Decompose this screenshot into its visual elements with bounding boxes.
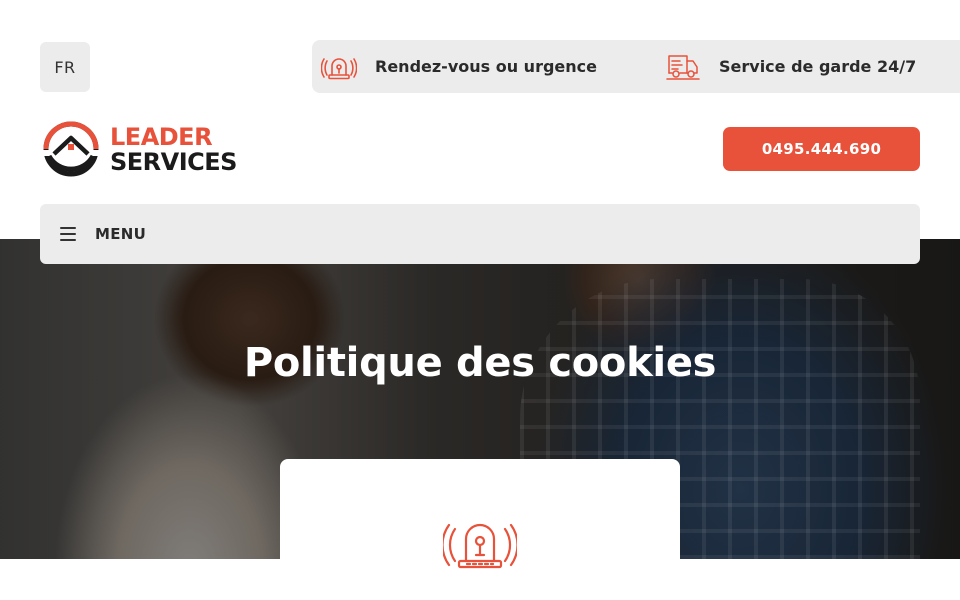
language-selector[interactable]: FR [40, 42, 90, 92]
appointment-emergency-link[interactable]: Rendez-vous ou urgence [320, 40, 597, 93]
logo-text-leader: LEADER [110, 122, 213, 151]
menu-label: MENU [95, 225, 147, 243]
delivery-truck-icon [664, 48, 702, 86]
logo-text-services: SERVICES [110, 147, 237, 176]
on-call-service-label: Service de garde 24/7 [719, 57, 917, 76]
site-logo[interactable]: LEADER SERVICES [42, 120, 237, 178]
siren-icon [320, 48, 358, 86]
menu-toggle-bar[interactable]: MENU [40, 204, 920, 264]
on-call-service-link[interactable]: Service de garde 24/7 [664, 40, 916, 93]
siren-icon [443, 523, 517, 569]
page-title: Politique des cookies [243, 340, 717, 386]
phone-call-button[interactable]: 0495.444.690 [723, 127, 920, 171]
appointment-emergency-label: Rendez-vous ou urgence [375, 57, 597, 76]
info-card [280, 459, 680, 600]
phone-number: 0495.444.690 [761, 140, 882, 158]
top-info-bar: Rendez-vous ou urgence Service de garde … [312, 40, 960, 93]
language-label: FR [54, 57, 76, 77]
house-logo-icon [42, 121, 100, 177]
hamburger-menu-icon [60, 227, 76, 241]
